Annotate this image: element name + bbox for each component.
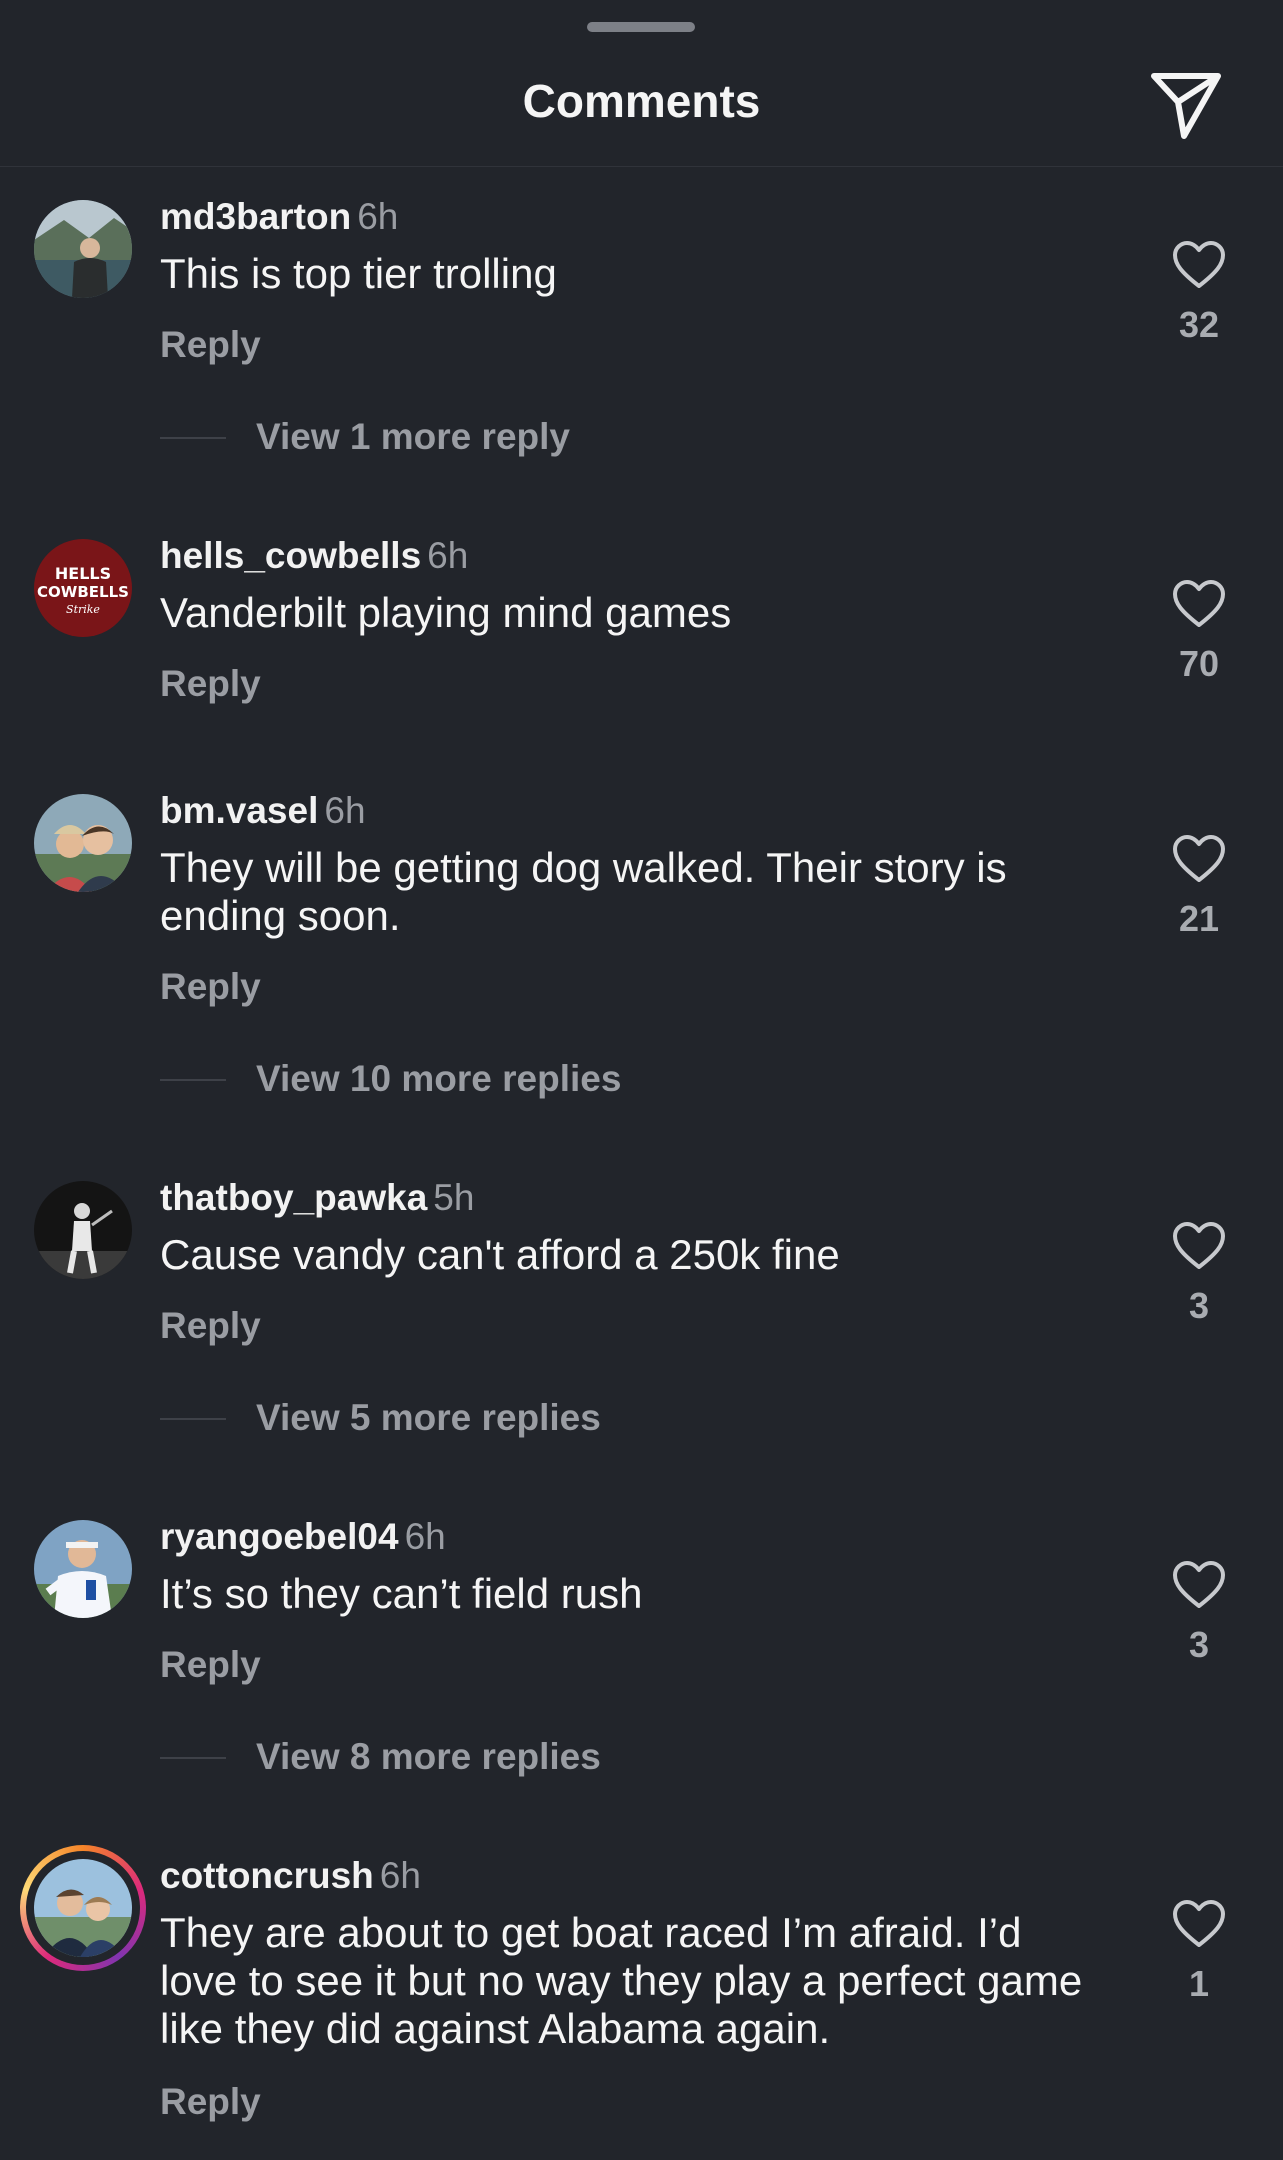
paper-plane-icon[interactable] [1148, 66, 1224, 142]
comment-text: This is top tier trolling [160, 250, 557, 297]
reply-button[interactable]: Reply [160, 2081, 261, 2123]
heart-icon [1173, 1561, 1225, 1608]
like-count: 3 [1188, 1285, 1210, 1326]
heart-icon [1173, 1900, 1225, 1947]
comment-text: They are about to get boat raced I’m afr… [160, 1909, 1083, 2052]
like-button[interactable]: 70 [1158, 579, 1240, 685]
comment-time: 6h [404, 1516, 446, 1557]
like-button[interactable]: 32 [1158, 240, 1240, 346]
comment-time: 6h [379, 1855, 421, 1896]
heart-icon [1173, 835, 1225, 882]
reply-button[interactable]: Reply [160, 966, 261, 1008]
like-count: 3 [1188, 1624, 1210, 1665]
divider-line [160, 437, 226, 439]
comment-username[interactable]: thatboy_pawka [160, 1177, 427, 1218]
avatar-logo-text: HELLS [55, 564, 111, 583]
view-more-label: View 1 more reply [256, 416, 570, 457]
comment-text: They will be getting dog walked. Their s… [160, 844, 1007, 939]
divider-line [160, 1079, 226, 1081]
story-ring[interactable] [20, 1845, 146, 1971]
avatar[interactable]: HELLS COWBELLS Strike [34, 539, 132, 637]
heart-icon [1173, 580, 1225, 627]
heart-icon [1173, 1222, 1225, 1269]
avatar[interactable] [34, 1181, 132, 1279]
reply-button[interactable]: Reply [160, 324, 261, 366]
avatar[interactable] [34, 1520, 132, 1618]
like-button[interactable]: 3 [1158, 1221, 1240, 1327]
comment-text: It’s so they can’t field rush [160, 1570, 643, 1617]
avatar [34, 1859, 132, 1957]
view-more-label: View 8 more replies [256, 1736, 601, 1777]
heart-icon [1173, 241, 1225, 288]
reply-button[interactable]: Reply [160, 663, 261, 705]
comment-username[interactable]: hells_cowbells [160, 535, 421, 576]
like-count: 70 [1178, 643, 1220, 684]
comment-time: 6h [324, 790, 366, 831]
comments-sheet: Comments md3barton 6h This is top tier tr… [0, 0, 1283, 2160]
avatar-logo-text: COWBELLS [37, 583, 129, 601]
divider-line [160, 1418, 226, 1420]
reply-button[interactable]: Reply [160, 1644, 261, 1686]
comment-time: 5h [433, 1177, 475, 1218]
reply-button[interactable]: Reply [160, 1305, 261, 1347]
page-title: Comments [522, 75, 761, 127]
comment-time: 6h [427, 535, 469, 576]
comment-text: Cause vandy can't afford a 250k fine [160, 1231, 840, 1278]
like-count: 32 [1178, 304, 1220, 345]
like-count: 21 [1178, 898, 1220, 939]
drag-handle[interactable] [587, 22, 695, 32]
avatar[interactable] [34, 200, 132, 298]
like-button[interactable]: 21 [1158, 834, 1240, 940]
comment-username[interactable]: cottoncrush [160, 1855, 374, 1896]
comment-username[interactable]: md3barton [160, 196, 351, 237]
divider-line [160, 1757, 226, 1759]
like-button[interactable]: 1 [1158, 1899, 1240, 2005]
comment-time: 6h [357, 196, 399, 237]
comment-username[interactable]: bm.vasel [160, 790, 318, 831]
comment-text: Vanderbilt playing mind games [160, 589, 732, 636]
comments-header: Comments [0, 40, 1283, 167]
like-button[interactable]: 3 [1158, 1560, 1240, 1666]
view-more-label: View 5 more replies [256, 1397, 601, 1438]
like-count: 1 [1188, 1963, 1210, 2004]
avatar[interactable] [34, 794, 132, 892]
avatar-logo-text: Strike [66, 603, 100, 616]
comment-username[interactable]: ryangoebel04 [160, 1516, 399, 1557]
view-more-label: View 10 more replies [256, 1058, 622, 1099]
